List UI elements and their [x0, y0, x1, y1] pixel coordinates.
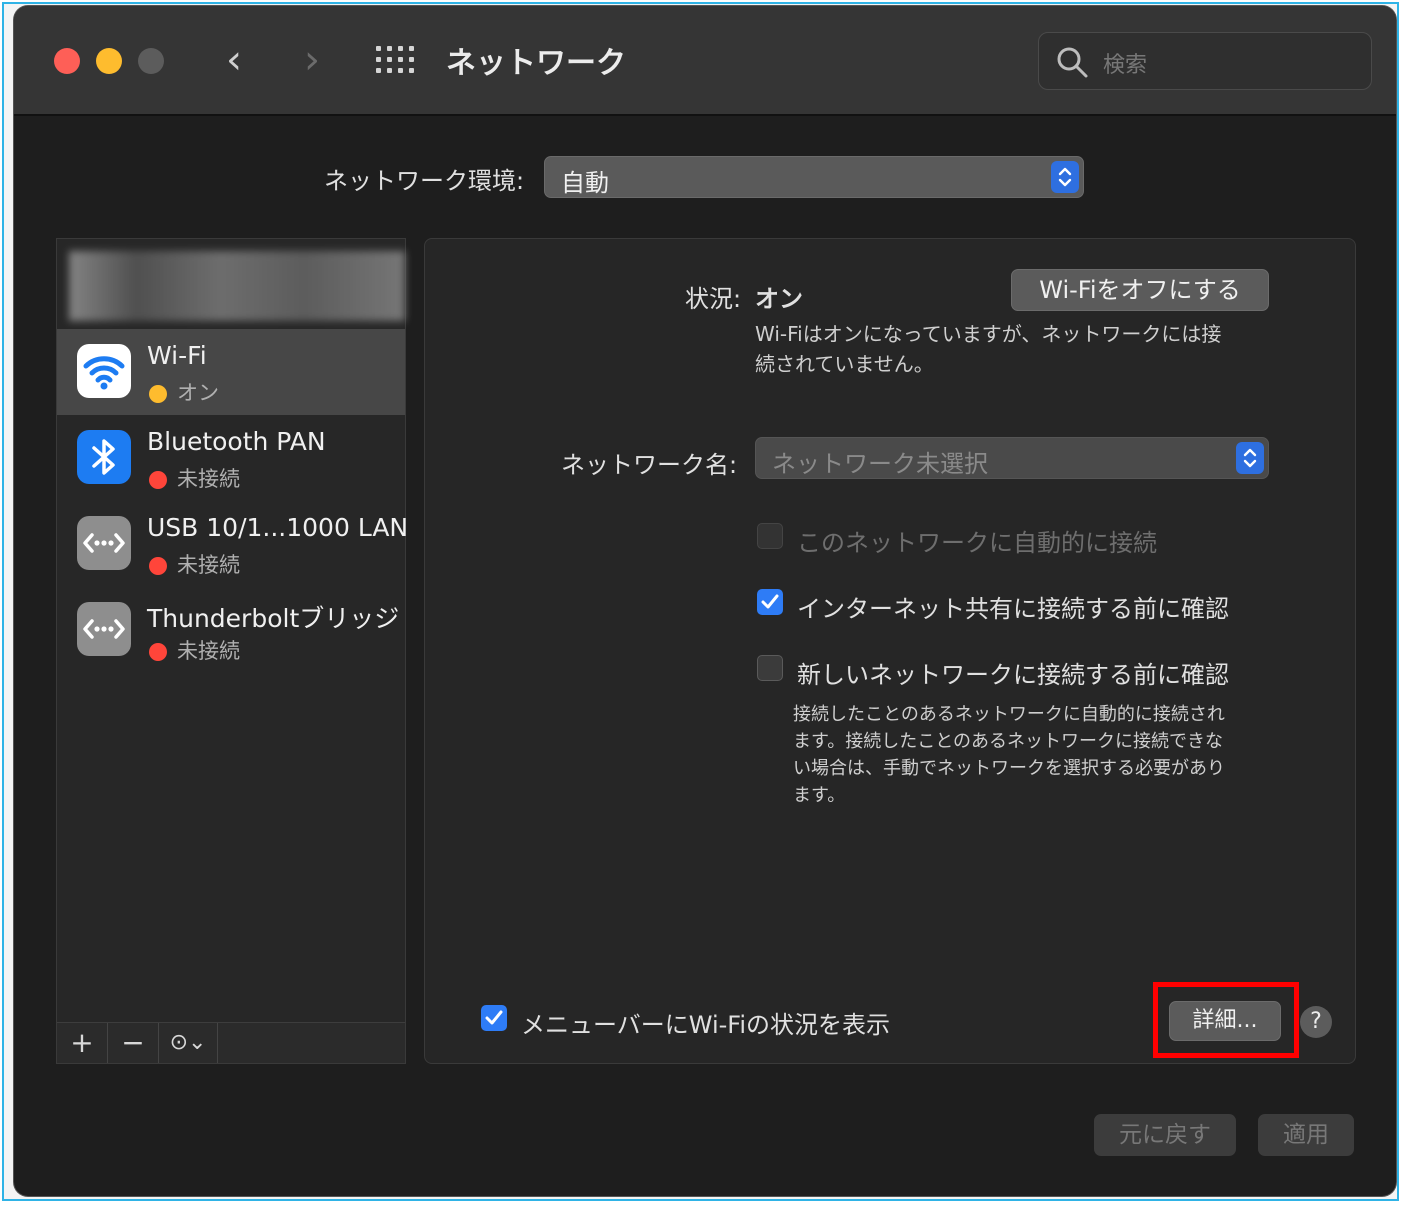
- status-label: 状況:: [685, 285, 742, 313]
- service-name: Wi-Fi: [147, 341, 207, 370]
- service-name: USB 10/1...1000 LAN: [147, 513, 409, 542]
- service-item-usb-lan[interactable]: USB 10/1...1000 LAN 未接続: [57, 501, 409, 587]
- wifi-detail-panel: 状況: オン Wi-Fiをオフにする Wi-Fiはオンになっていますが、ネットワ…: [424, 238, 1356, 1064]
- service-status: 未接続: [177, 467, 240, 491]
- turn-wifi-off-button[interactable]: Wi-Fiをオフにする: [1011, 269, 1269, 311]
- close-button[interactable]: [54, 48, 80, 74]
- checkmark-icon: [485, 1010, 503, 1025]
- service-list: Wi-Fi オン Bluetooth PAN 未接続 USB 10/1...10…: [56, 238, 409, 1064]
- ask-new-network-note: 接続したことのあるネットワークに自動的に接続され ます。接続したことのあるネット…: [793, 701, 1225, 809]
- service-status: 未接続: [177, 553, 240, 577]
- status-dot-icon: [149, 471, 167, 489]
- service-status: オン: [177, 381, 219, 405]
- blurred-service-item: [69, 251, 405, 321]
- search-field[interactable]: 検索: [1038, 32, 1372, 90]
- apply-button[interactable]: 適用: [1258, 1114, 1354, 1156]
- status-dot-icon: [149, 557, 167, 575]
- note-line: ます。: [793, 785, 846, 806]
- search-placeholder: 検索: [1103, 53, 1148, 78]
- status-value: オン: [755, 285, 803, 313]
- back-chevron-icon[interactable]: ‹: [226, 36, 242, 84]
- note-line: い場合は、手動でネットワークを選択する必要があり: [793, 758, 1225, 779]
- ethernet-icon: [77, 516, 131, 570]
- bluetooth-icon: [77, 430, 131, 484]
- ask-hotspot-label: インターネット共有に接続する前に確認: [797, 595, 1229, 623]
- auto-join-checkbox[interactable]: [757, 523, 783, 549]
- status-description-line: Wi-Fiはオンになっていますが、ネットワークには接: [755, 322, 1222, 346]
- ask-hotspot-checkbox[interactable]: [757, 589, 783, 615]
- action-menu-button[interactable]: ⊙⌄: [159, 1023, 218, 1063]
- checkmark-icon: [761, 594, 779, 609]
- popup-stepper-icon: [1051, 161, 1079, 193]
- status-dot-icon: [149, 385, 167, 403]
- minimize-button[interactable]: [96, 48, 122, 74]
- forward-chevron-icon[interactable]: ›: [304, 36, 320, 84]
- service-item-wifi[interactable]: Wi-Fi オン: [57, 329, 405, 415]
- ask-new-network-label: 新しいネットワークに接続する前に確認: [797, 661, 1229, 689]
- service-name: Thunderboltブリッジ: [147, 604, 400, 633]
- service-status: 未接続: [177, 639, 240, 663]
- network-name-label: ネットワーク名:: [561, 451, 738, 479]
- status-dot-icon: [149, 643, 167, 661]
- zoom-button[interactable]: [138, 48, 164, 74]
- ethernet-icon: [77, 602, 131, 656]
- wifi-icon: [77, 344, 131, 398]
- service-name: Bluetooth PAN: [147, 427, 326, 456]
- search-icon: [1057, 47, 1088, 78]
- note-line: ます。接続したことのあるネットワークに接続できな: [793, 731, 1224, 752]
- service-item-thunderbolt-bridge[interactable]: Thunderboltブリッジ 未接続: [57, 587, 405, 673]
- sidebar-toolbar: + − ⊙⌄: [57, 1022, 405, 1063]
- location-popup[interactable]: 自動: [544, 156, 1084, 198]
- status-description-line: 続されていません。: [755, 352, 934, 376]
- network-preferences-window: ‹ › ネットワーク 検索 ネットワーク環境: 自動 Wi-Fi オン Blue…: [14, 6, 1396, 1196]
- show-in-menubar-checkbox[interactable]: [481, 1005, 507, 1031]
- note-line: 接続したことのあるネットワークに自動的に接続され: [793, 704, 1225, 725]
- help-button[interactable]: ?: [1300, 1006, 1332, 1038]
- show-all-grid-icon[interactable]: [376, 46, 416, 78]
- service-item-bluetooth-pan[interactable]: Bluetooth PAN 未接続: [57, 415, 405, 501]
- ask-new-network-checkbox[interactable]: [757, 655, 783, 681]
- show-in-menubar-label: メニューバーにWi-Fiの状況を表示: [521, 1011, 891, 1039]
- add-service-button[interactable]: +: [57, 1023, 108, 1063]
- auto-join-label: このネットワークに自動的に接続: [797, 529, 1157, 557]
- popup-stepper-icon: [1236, 442, 1264, 474]
- remove-service-button[interactable]: −: [108, 1023, 159, 1063]
- location-label: ネットワーク環境:: [324, 167, 525, 195]
- revert-button[interactable]: 元に戻す: [1094, 1114, 1236, 1156]
- titlebar: ‹ › ネットワーク 検索: [14, 6, 1396, 116]
- window-title: ネットワーク: [446, 46, 626, 81]
- location-value: 自動: [561, 169, 609, 197]
- advanced-button-highlight: [1153, 982, 1299, 1058]
- network-name-popup[interactable]: ネットワーク未選択: [755, 437, 1269, 479]
- network-name-value: ネットワーク未選択: [772, 450, 988, 478]
- status-description: Wi-Fiはオンになっていますが、ネットワークには接 続されていません。: [755, 319, 1221, 379]
